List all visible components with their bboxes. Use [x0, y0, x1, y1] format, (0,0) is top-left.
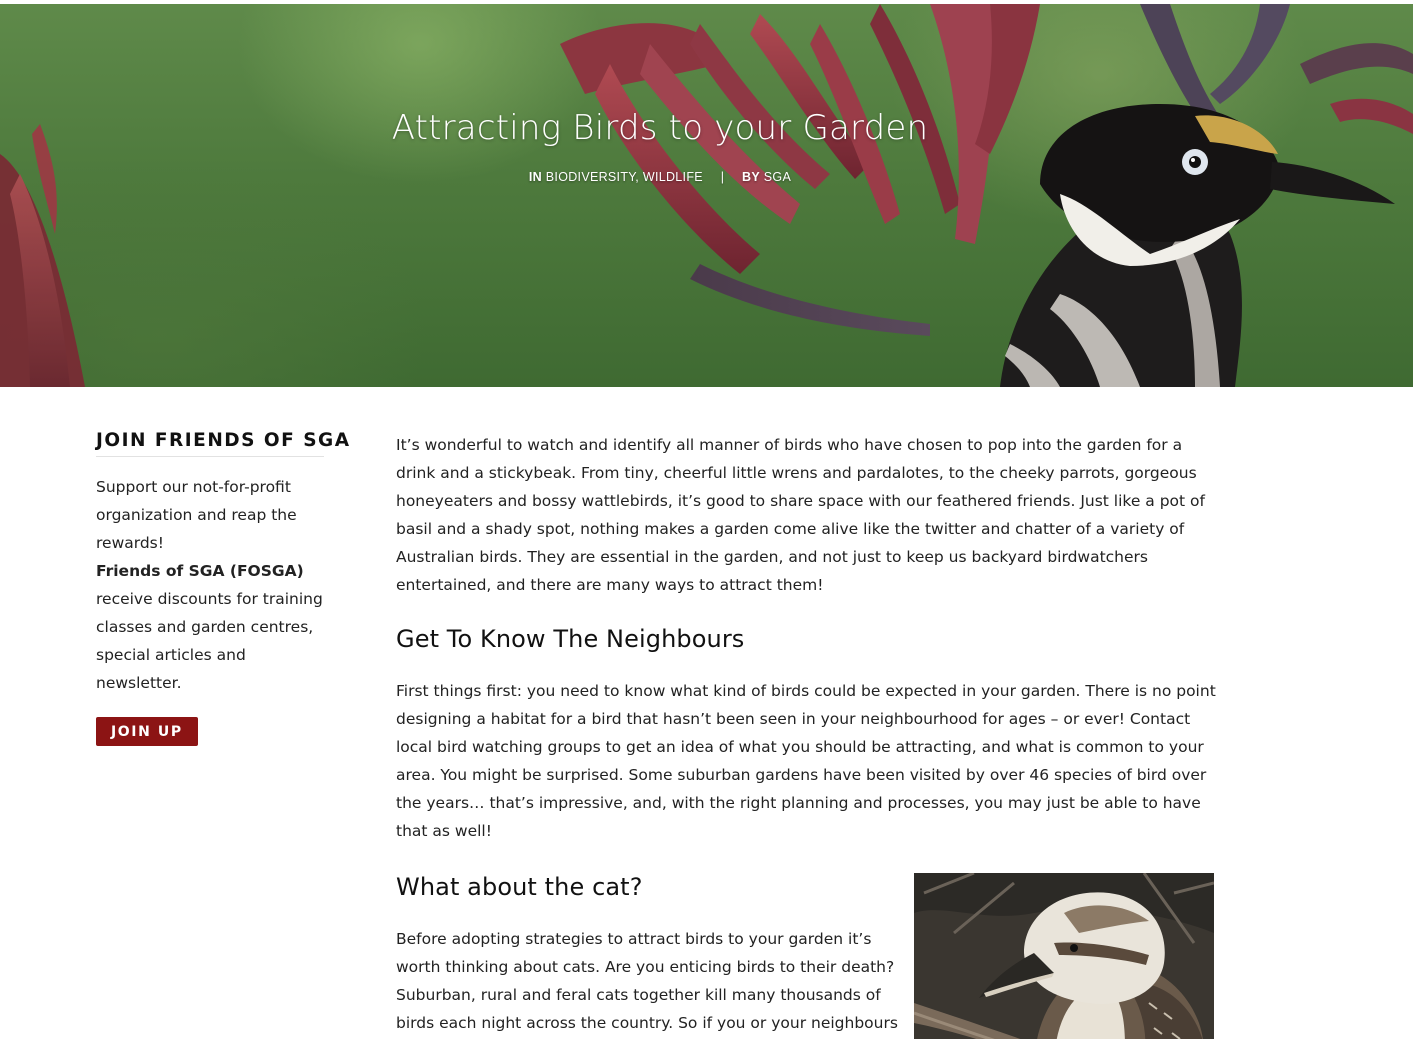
heading-neighbours: Get To Know The Neighbours: [396, 625, 745, 653]
hero-background-image: [0, 4, 1413, 387]
category-separator: ,: [635, 170, 640, 184]
category-link-biodiversity[interactable]: BIODIVERSITY: [546, 170, 636, 184]
post-meta: IN BIODIVERSITY, WILDLIFE | BY SGA: [0, 170, 1320, 184]
hero-banner: Attracting Birds to your Garden IN BIODI…: [0, 4, 1413, 387]
cat-section: What about the cat? Before adopting stra…: [396, 873, 1226, 1039]
neighbours-paragraph: First things first: you need to know wha…: [396, 682, 1216, 840]
widget-title: JOIN FRIENDS OF SGA: [96, 430, 349, 457]
friends-rest-text: receive discounts for training classes a…: [96, 590, 323, 692]
sidebar-widget: JOIN FRIENDS OF SGA Support our not-for-…: [96, 430, 349, 746]
widget-text: Support our not-for-profit organization …: [96, 473, 324, 697]
by-label: BY: [742, 170, 761, 184]
join-up-button[interactable]: JOIN UP: [96, 717, 198, 746]
kookaburra-picture: [914, 873, 1214, 1039]
in-label: IN: [528, 170, 542, 184]
meta-separator: |: [720, 170, 725, 184]
cat-text-column: What about the cat? Before adopting stra…: [396, 873, 908, 1039]
intro-paragraph: It’s wonderful to watch and identify all…: [396, 436, 1205, 594]
post-title: Attracting Birds to your Garden: [391, 108, 929, 148]
cat-paragraph: Before adopting strategies to attract bi…: [396, 930, 898, 1032]
heading-cat: What about the cat?: [396, 873, 643, 901]
kookaburra-image: [914, 873, 1214, 1039]
widget-intro: Support our not-for-profit organization …: [96, 478, 297, 552]
category-link-wildlife[interactable]: WILDLIFE: [643, 170, 703, 184]
widget-friends: Friends of SGA (FOSGA) receive discounts …: [96, 557, 324, 697]
article-content: It’s wonderful to watch and identify all…: [396, 431, 1226, 1039]
friends-bold-text: Friends of SGA (FOSGA): [96, 562, 304, 580]
author-link[interactable]: SGA: [764, 170, 791, 184]
